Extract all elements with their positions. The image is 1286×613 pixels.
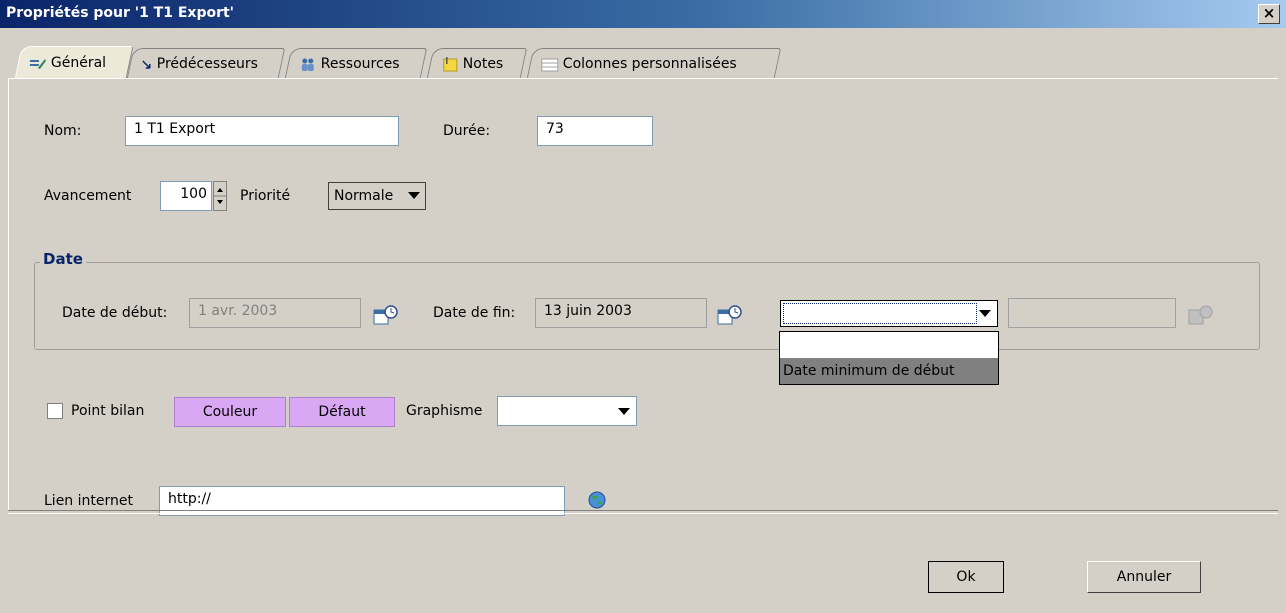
tab-resources[interactable]: Ressources xyxy=(284,48,428,78)
dropdown-option-min-start[interactable]: Date minimum de début xyxy=(780,358,998,384)
priority-select[interactable]: Normale xyxy=(328,182,426,210)
stepper-arrows-icon xyxy=(214,188,226,204)
name-field[interactable]: 1 T1 Export xyxy=(125,116,399,146)
shape-select[interactable] xyxy=(497,396,637,426)
table-icon xyxy=(541,56,559,72)
date-group-title: Date xyxy=(40,250,86,268)
calendar-icon[interactable] xyxy=(716,302,744,332)
constraint-dropdown-list: Date minimum de début xyxy=(779,331,999,385)
tab-custom-columns-label: Colonnes personnalisées xyxy=(562,55,737,72)
tab-strip-line xyxy=(8,78,1278,79)
start-date-label: Date de début: xyxy=(62,305,168,321)
constraint-date-field xyxy=(1008,298,1176,328)
ok-button[interactable]: Ok xyxy=(928,561,1004,593)
tab-notes-label: Notes xyxy=(462,55,504,72)
duration-label: Durée: xyxy=(443,123,491,139)
window-title: Propriétés pour '1 T1 Export' xyxy=(6,5,234,21)
chevron-down-icon xyxy=(979,310,991,317)
end-date-label: Date de fin: xyxy=(433,305,516,321)
progress-field[interactable]: 100 xyxy=(160,181,212,211)
people-icon xyxy=(299,56,317,72)
dropdown-option-empty[interactable] xyxy=(780,332,998,358)
tab-notes[interactable]: Notes xyxy=(426,48,528,78)
edit-icon xyxy=(29,55,47,71)
calendar-icon-disabled xyxy=(1187,302,1215,332)
tab-general[interactable]: Général xyxy=(14,46,134,79)
footer-separator xyxy=(8,510,1278,514)
notes-icon xyxy=(441,56,459,72)
end-date-field: 13 juin 2003 xyxy=(535,298,707,328)
cancel-button[interactable]: Annuler xyxy=(1087,561,1201,593)
chevron-down-icon xyxy=(618,408,630,415)
link-label: Lien internet xyxy=(44,493,133,509)
shape-label: Graphisme xyxy=(406,403,483,419)
tab-custom-columns[interactable]: Colonnes personnalisées xyxy=(526,48,782,78)
milestone-label: Point bilan xyxy=(71,403,145,419)
panel-border xyxy=(8,79,9,511)
tab-resources-label: Ressources xyxy=(320,55,400,72)
progress-label: Avancement xyxy=(44,188,132,204)
calendar-icon[interactable] xyxy=(372,302,400,332)
default-button[interactable]: Défaut xyxy=(289,397,395,427)
chevron-down-icon xyxy=(408,192,420,199)
priority-value: Normale xyxy=(334,188,394,204)
name-label: Nom: xyxy=(44,123,82,139)
progress-stepper[interactable] xyxy=(213,181,227,211)
tab-predecessors[interactable]: Prédécesseurs xyxy=(126,48,286,78)
start-date-field: 1 avr. 2003 xyxy=(189,298,361,328)
color-button[interactable]: Couleur xyxy=(174,397,286,427)
priority-label: Priorité xyxy=(240,188,291,204)
close-button[interactable]: × xyxy=(1258,4,1280,24)
arrow-icon xyxy=(141,56,153,72)
duration-field[interactable]: 73 xyxy=(537,116,653,146)
tab-predecessors-label: Prédécesseurs xyxy=(156,55,259,72)
milestone-checkbox[interactable] xyxy=(47,403,63,419)
tab-general-label: Général xyxy=(50,55,107,71)
constraint-value xyxy=(783,303,977,324)
constraint-select[interactable] xyxy=(780,300,998,327)
